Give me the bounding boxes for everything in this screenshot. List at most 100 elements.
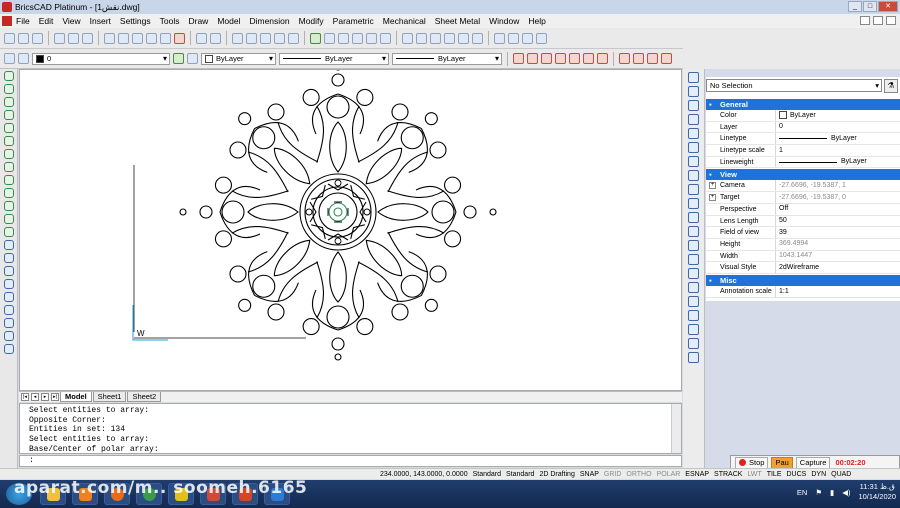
point-icon[interactable] bbox=[3, 162, 14, 172]
prop-row-layer[interactable]: Layer 0 bbox=[706, 121, 900, 134]
revision-cloud-icon[interactable] bbox=[3, 214, 14, 224]
arc-icon[interactable] bbox=[3, 123, 14, 133]
tab-sheet1[interactable]: Sheet1 bbox=[92, 392, 127, 402]
move-icon[interactable] bbox=[688, 72, 699, 83]
snap-center-icon[interactable] bbox=[555, 53, 566, 64]
table-icon[interactable] bbox=[3, 266, 14, 276]
status-esnap[interactable]: ESNAP bbox=[685, 471, 709, 478]
region-icon[interactable] bbox=[3, 240, 14, 250]
status-tile[interactable]: TILE bbox=[767, 471, 782, 478]
selection-combo[interactable]: No Selection bbox=[706, 79, 882, 92]
print-preview-icon[interactable] bbox=[68, 32, 79, 44]
explode-icon[interactable] bbox=[688, 240, 699, 251]
render-icon[interactable] bbox=[444, 32, 455, 44]
menu-window[interactable]: Window bbox=[489, 16, 519, 26]
status-dim-style[interactable]: Standard bbox=[506, 471, 534, 478]
3d-view-icon[interactable] bbox=[522, 32, 533, 44]
linetype-combo[interactable]: ByLayer bbox=[279, 52, 389, 65]
snap-insertion-icon[interactable] bbox=[647, 53, 658, 64]
maximize-button[interactable]: □ bbox=[863, 1, 877, 12]
snap-quadrant-icon[interactable] bbox=[569, 53, 580, 64]
prop-row-visual-style[interactable]: Visual Style 2dWireframe bbox=[706, 262, 900, 274]
network-icon[interactable]: ▮ bbox=[830, 488, 834, 497]
tab-sheet2[interactable]: Sheet2 bbox=[127, 392, 162, 402]
status-text-style[interactable]: Standard bbox=[473, 471, 501, 478]
menu-edit[interactable]: Edit bbox=[39, 16, 54, 26]
line-icon[interactable] bbox=[3, 71, 14, 81]
wipeout-icon[interactable] bbox=[3, 318, 14, 328]
menu-tools[interactable]: Tools bbox=[160, 16, 180, 26]
snap-midpoint-icon[interactable] bbox=[527, 53, 538, 64]
layer-manager-icon[interactable] bbox=[4, 53, 15, 64]
snap-endpoint-icon[interactable] bbox=[513, 53, 524, 64]
command-scrollbar[interactable] bbox=[671, 404, 681, 453]
prop-row-linetype-scale[interactable]: Linetype scale 1 bbox=[706, 145, 900, 157]
layer-state-icon[interactable] bbox=[18, 53, 29, 64]
paste-block-icon[interactable] bbox=[146, 32, 157, 44]
prop-row-width[interactable]: Width 1043.1447 bbox=[706, 250, 900, 263]
copy-entity-icon[interactable] bbox=[688, 86, 699, 97]
edit-polyline-icon[interactable] bbox=[688, 310, 699, 321]
menu-parametric[interactable]: Parametric bbox=[333, 16, 374, 26]
document-icon[interactable] bbox=[2, 16, 12, 26]
snap-perpendicular-icon[interactable] bbox=[583, 53, 594, 64]
doc-minimize-button[interactable] bbox=[860, 16, 870, 25]
tab-model[interactable]: Model bbox=[60, 392, 92, 402]
polyline-icon[interactable] bbox=[3, 84, 14, 94]
prop-row-camera[interactable]: + Camera -27.6696, -19.5387, 1 bbox=[706, 180, 900, 193]
open-icon[interactable] bbox=[18, 32, 29, 44]
align-icon[interactable] bbox=[688, 296, 699, 307]
menu-insert[interactable]: Insert bbox=[90, 16, 111, 26]
trim-icon[interactable] bbox=[688, 184, 699, 195]
layer-previous-icon[interactable] bbox=[187, 53, 198, 64]
tab-next-button[interactable]: ▸ bbox=[41, 393, 49, 401]
prop-row-height[interactable]: Height 369.4994 bbox=[706, 238, 900, 251]
bricscad-app-icon[interactable] bbox=[2, 2, 12, 12]
stretch-icon[interactable] bbox=[688, 170, 699, 181]
zoom-realtime-icon[interactable] bbox=[310, 32, 321, 44]
volume-icon[interactable]: ◀) bbox=[842, 488, 850, 497]
edit-spline-icon[interactable] bbox=[688, 324, 699, 335]
insert-icon[interactable] bbox=[3, 305, 14, 315]
menu-help[interactable]: Help bbox=[528, 16, 545, 26]
menu-settings[interactable]: Settings bbox=[120, 16, 151, 26]
snap-tangent-icon[interactable] bbox=[597, 53, 608, 64]
redo-icon[interactable] bbox=[210, 32, 221, 44]
zoom-out-icon[interactable] bbox=[352, 32, 363, 44]
new-icon[interactable] bbox=[4, 32, 15, 44]
layer-combo[interactable]: 0 bbox=[32, 52, 170, 65]
section-general[interactable]: General bbox=[706, 99, 900, 110]
status-snap[interactable]: SNAP bbox=[580, 471, 599, 478]
tool-palette-icon[interactable] bbox=[274, 32, 285, 44]
status-workspace[interactable]: 2D Drafting bbox=[539, 471, 574, 478]
menu-dimension[interactable]: Dimension bbox=[249, 16, 289, 26]
field-icon[interactable] bbox=[3, 344, 14, 354]
help-icon[interactable] bbox=[288, 32, 299, 44]
quick-select-icon[interactable]: ⚗ bbox=[884, 79, 898, 93]
cut-icon[interactable] bbox=[104, 32, 115, 44]
prop-row-perspective[interactable]: Perspective Off bbox=[706, 203, 900, 216]
status-strack[interactable]: STRACK bbox=[714, 471, 742, 478]
redraw-icon[interactable] bbox=[430, 32, 441, 44]
menu-view[interactable]: View bbox=[62, 16, 80, 26]
shade-icon[interactable] bbox=[508, 32, 519, 44]
prop-row-annotation-scale[interactable]: Annotation scale 1:1 bbox=[706, 285, 900, 298]
menu-mechanical[interactable]: Mechanical bbox=[383, 16, 426, 26]
section-view[interactable]: View bbox=[706, 169, 900, 181]
offset-icon[interactable] bbox=[688, 142, 699, 153]
doc-restore-button[interactable] bbox=[873, 16, 883, 25]
section-misc[interactable]: Misc bbox=[706, 274, 900, 286]
tab-prev-button[interactable]: ◂ bbox=[31, 393, 39, 401]
close-button[interactable]: ✕ bbox=[878, 1, 898, 12]
hatch-icon[interactable] bbox=[3, 253, 14, 263]
edit-hatch-icon[interactable] bbox=[688, 338, 699, 349]
text-icon[interactable] bbox=[3, 279, 14, 289]
fillet-icon[interactable] bbox=[688, 212, 699, 223]
paste-icon[interactable] bbox=[132, 32, 143, 44]
ellipse-icon[interactable] bbox=[3, 136, 14, 146]
donut-icon[interactable] bbox=[3, 201, 14, 211]
named-views-icon[interactable] bbox=[472, 32, 483, 44]
expand-icon[interactable]: + bbox=[709, 194, 716, 202]
circle-icon[interactable] bbox=[3, 110, 14, 120]
rectangle-icon[interactable] bbox=[3, 188, 14, 198]
